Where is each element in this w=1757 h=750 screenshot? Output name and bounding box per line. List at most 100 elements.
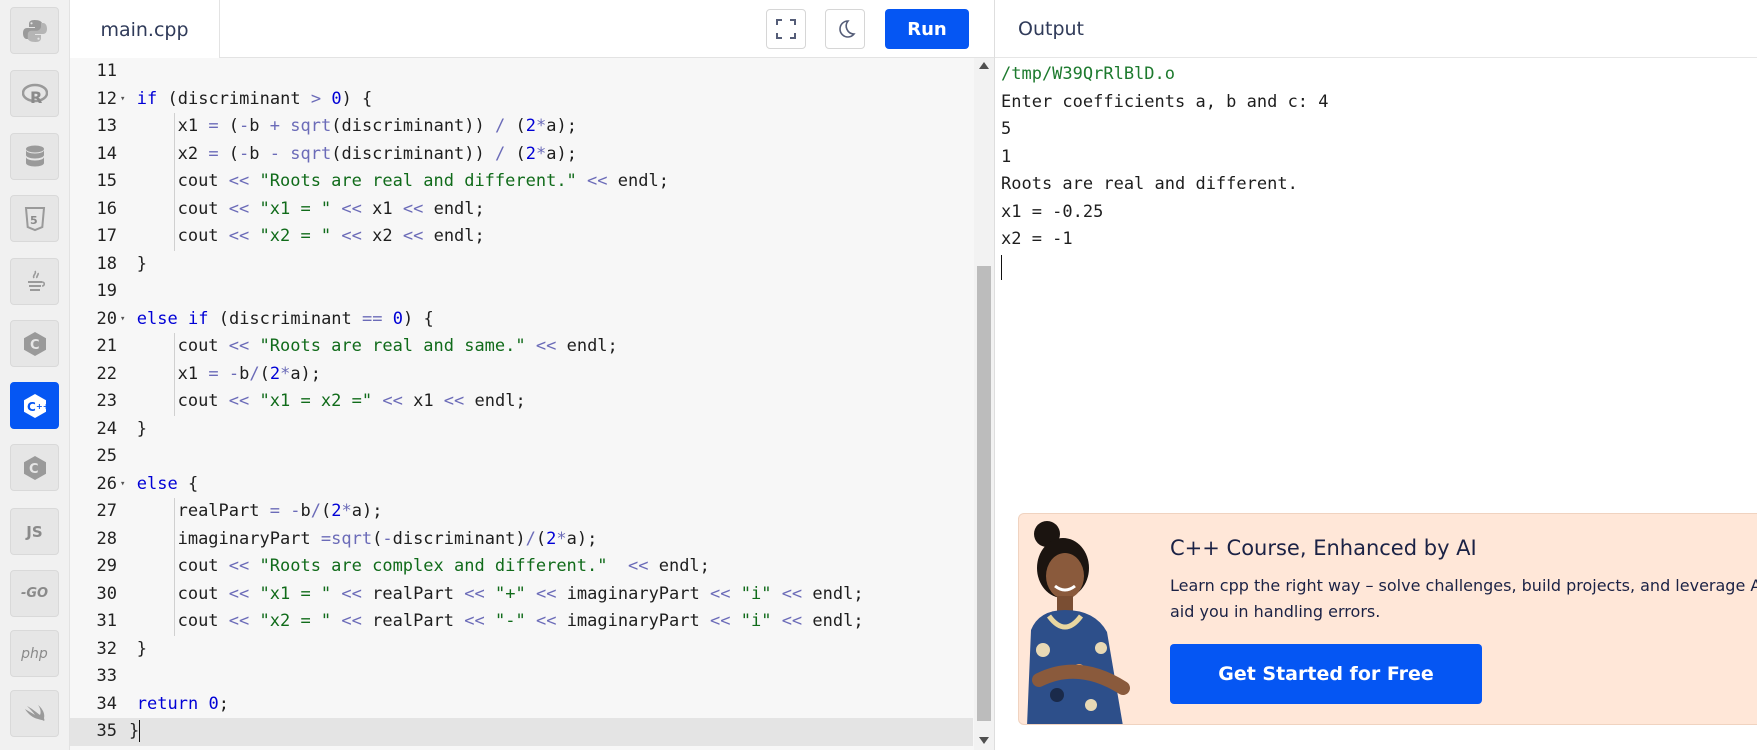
line-number: 13 <box>96 116 117 136</box>
code-text: else if (discriminant == 0) { <box>136 308 434 329</box>
code-text: x2 = (-b - sqrt(discriminant)) / (2*a); <box>177 143 577 164</box>
code-line[interactable]: 14 x2 = (-b - sqrt(discriminant)) / (2*a)… <box>70 140 973 168</box>
code-text: x1 = -b/(2*a); <box>177 363 322 384</box>
cpp-icon[interactable]: C ++ <box>10 382 59 429</box>
code-text: cout << "Roots are complex and different… <box>177 556 710 576</box>
editor-scrollbar[interactable] <box>974 58 994 750</box>
code-line[interactable]: 18} <box>70 251 973 279</box>
line-number: 31 <box>96 611 117 631</box>
code-line[interactable]: 23 cout << "x1 = x2 =" << x1 << endl; <box>70 388 973 416</box>
code-line[interactable]: 32} <box>70 636 973 664</box>
r-icon[interactable]: R <box>10 70 59 117</box>
c-icon[interactable]: C <box>10 320 59 367</box>
code-line[interactable]: 13 x1 = (-b + sqrt(discriminant)) / (2*a)… <box>70 113 973 141</box>
fold-arrow-icon[interactable]: ▾ <box>120 86 125 114</box>
database-icon[interactable] <box>10 133 59 180</box>
code-line[interactable]: 28 imaginaryPart =sqrt(-discriminant)/(2*… <box>70 525 973 553</box>
indent-guide <box>173 195 175 223</box>
code-line[interactable]: 21 cout << "Roots are real and same." << … <box>70 333 973 361</box>
php-icon[interactable]: php <box>10 630 59 677</box>
line-number: 35 <box>96 721 117 741</box>
code-line[interactable]: 15 cout << "Roots are real and different.… <box>70 168 973 196</box>
line-number: 23 <box>96 391 117 411</box>
fold-arrow-icon[interactable]: ▾ <box>120 471 125 499</box>
indent-guide <box>173 360 175 388</box>
code-line[interactable]: 25 <box>70 443 973 471</box>
java-icon[interactable] <box>10 258 59 305</box>
person-photo-icon <box>1027 521 1130 724</box>
code-text: cout << "x2 = " << x2 << endl; <box>177 226 485 246</box>
line-number: 22 <box>96 363 117 384</box>
code-lines[interactable]: 11 12 ▾ if (discriminant > 0) {13 x1 = (-b +… <box>70 58 973 746</box>
code-line[interactable]: 35} <box>70 718 973 746</box>
code-line[interactable]: 33 <box>70 663 973 691</box>
line-number: 24 <box>96 418 117 439</box>
output-line: 5 <box>1001 119 1012 139</box>
svg-text:5: 5 <box>30 214 38 227</box>
code-line[interactable]: 34 return 0; <box>70 691 973 719</box>
fullscreen-button[interactable] <box>766 9 806 49</box>
code-line[interactable]: 30 cout << "x1 = " << realPart << "+" << … <box>70 580 973 608</box>
python-icon[interactable] <box>10 7 59 54</box>
code-text: imaginaryPart =sqrt(-discriminant)/(2*a)… <box>177 528 598 549</box>
line-number: 15 <box>96 171 117 191</box>
output-line: x1 = -0.25 <box>1001 201 1104 222</box>
code-line[interactable]: 20 ▾ else if (discriminant == 0) { <box>70 306 973 334</box>
ad-banner[interactable]: C++ Course, Enhanced by AI Learn cpp the… <box>1018 513 1757 725</box>
scrollbar-thumb[interactable] <box>977 266 991 721</box>
code-line[interactable]: 19 <box>70 278 973 306</box>
fold-arrow-icon[interactable]: ▾ <box>120 306 125 334</box>
scroll-up-arrow-icon[interactable] <box>979 62 989 69</box>
code-line[interactable]: 17 cout << "x2 = " << x2 << endl; <box>70 223 973 251</box>
code-line[interactable]: 27 realPart = -b/(2*a); <box>70 498 973 526</box>
code-line[interactable]: 24} <box>70 416 973 444</box>
line-number: 25 <box>96 446 117 466</box>
svg-text:C: C <box>30 338 40 353</box>
line-number: 28 <box>96 528 117 549</box>
code-line[interactable]: 12 ▾ if (discriminant > 0) { <box>70 86 973 114</box>
output-lines: /tmp/W39QrRlBlD.o Enter coefficients a, b… <box>1001 61 1329 280</box>
line-number: 33 <box>96 666 117 686</box>
js-icon[interactable]: JS <box>10 508 59 555</box>
code-text: if (discriminant > 0) { <box>136 88 373 109</box>
code-text: realPart = -b/(2*a); <box>177 501 383 521</box>
code-text: cout << "x1 = " << x1 << endl; <box>177 198 485 219</box>
output-line: Roots are real and different. <box>1001 174 1298 194</box>
theme-toggle-button[interactable] <box>825 9 865 49</box>
php-label: php <box>21 645 48 662</box>
code-editor[interactable]: 11 12 ▾ if (discriminant > 0) {13 x1 = (-b +… <box>70 58 994 750</box>
code-line[interactable]: 26 ▾ else { <box>70 471 973 499</box>
code-text: cout << "x1 = " << realPart << "+" << im… <box>177 583 864 604</box>
file-tab-main-cpp[interactable]: main.cpp <box>70 0 220 59</box>
swift-icon[interactable] <box>10 690 59 737</box>
code-text: } <box>136 418 148 439</box>
indent-guide <box>173 525 175 553</box>
code-line[interactable]: 11 <box>70 58 973 86</box>
ad-title: C++ Course, Enhanced by AI <box>1170 536 1477 560</box>
scroll-down-arrow-icon[interactable] <box>979 737 989 744</box>
code-line[interactable]: 22 x1 = -b/(2*a); <box>70 360 973 388</box>
indent-guide <box>173 223 175 251</box>
run-button[interactable]: Run <box>885 9 969 49</box>
code-line[interactable]: 16 cout << "x1 = " << x1 << endl; <box>70 195 973 223</box>
output-title: Output <box>1018 17 1084 40</box>
line-number: 20 <box>96 308 117 329</box>
code-text: return 0; <box>136 693 229 714</box>
indent-guide <box>173 608 175 636</box>
indent-guide <box>173 580 175 608</box>
code-line[interactable]: 31 cout << "x2 = " << realPart << "-" << … <box>70 608 973 636</box>
fullscreen-icon <box>776 19 796 39</box>
svg-text:C: C <box>29 462 39 477</box>
line-number: 30 <box>96 583 117 604</box>
code-text: } <box>136 638 148 659</box>
code-text: cout << "x1 = x2 =" << x1 << endl; <box>177 391 526 411</box>
get-started-button[interactable]: Get Started for Free <box>1170 644 1482 704</box>
code-text: } <box>136 253 148 274</box>
html5-icon[interactable]: 5 <box>10 195 59 242</box>
go-icon[interactable]: -GO <box>10 570 59 617</box>
svg-text:R: R <box>30 88 42 107</box>
output-header: Output <box>995 0 1757 58</box>
csharp-icon[interactable]: C <box>10 444 59 491</box>
code-text: } <box>129 720 141 742</box>
code-line[interactable]: 29 cout << "Roots are complex and differe… <box>70 553 973 581</box>
